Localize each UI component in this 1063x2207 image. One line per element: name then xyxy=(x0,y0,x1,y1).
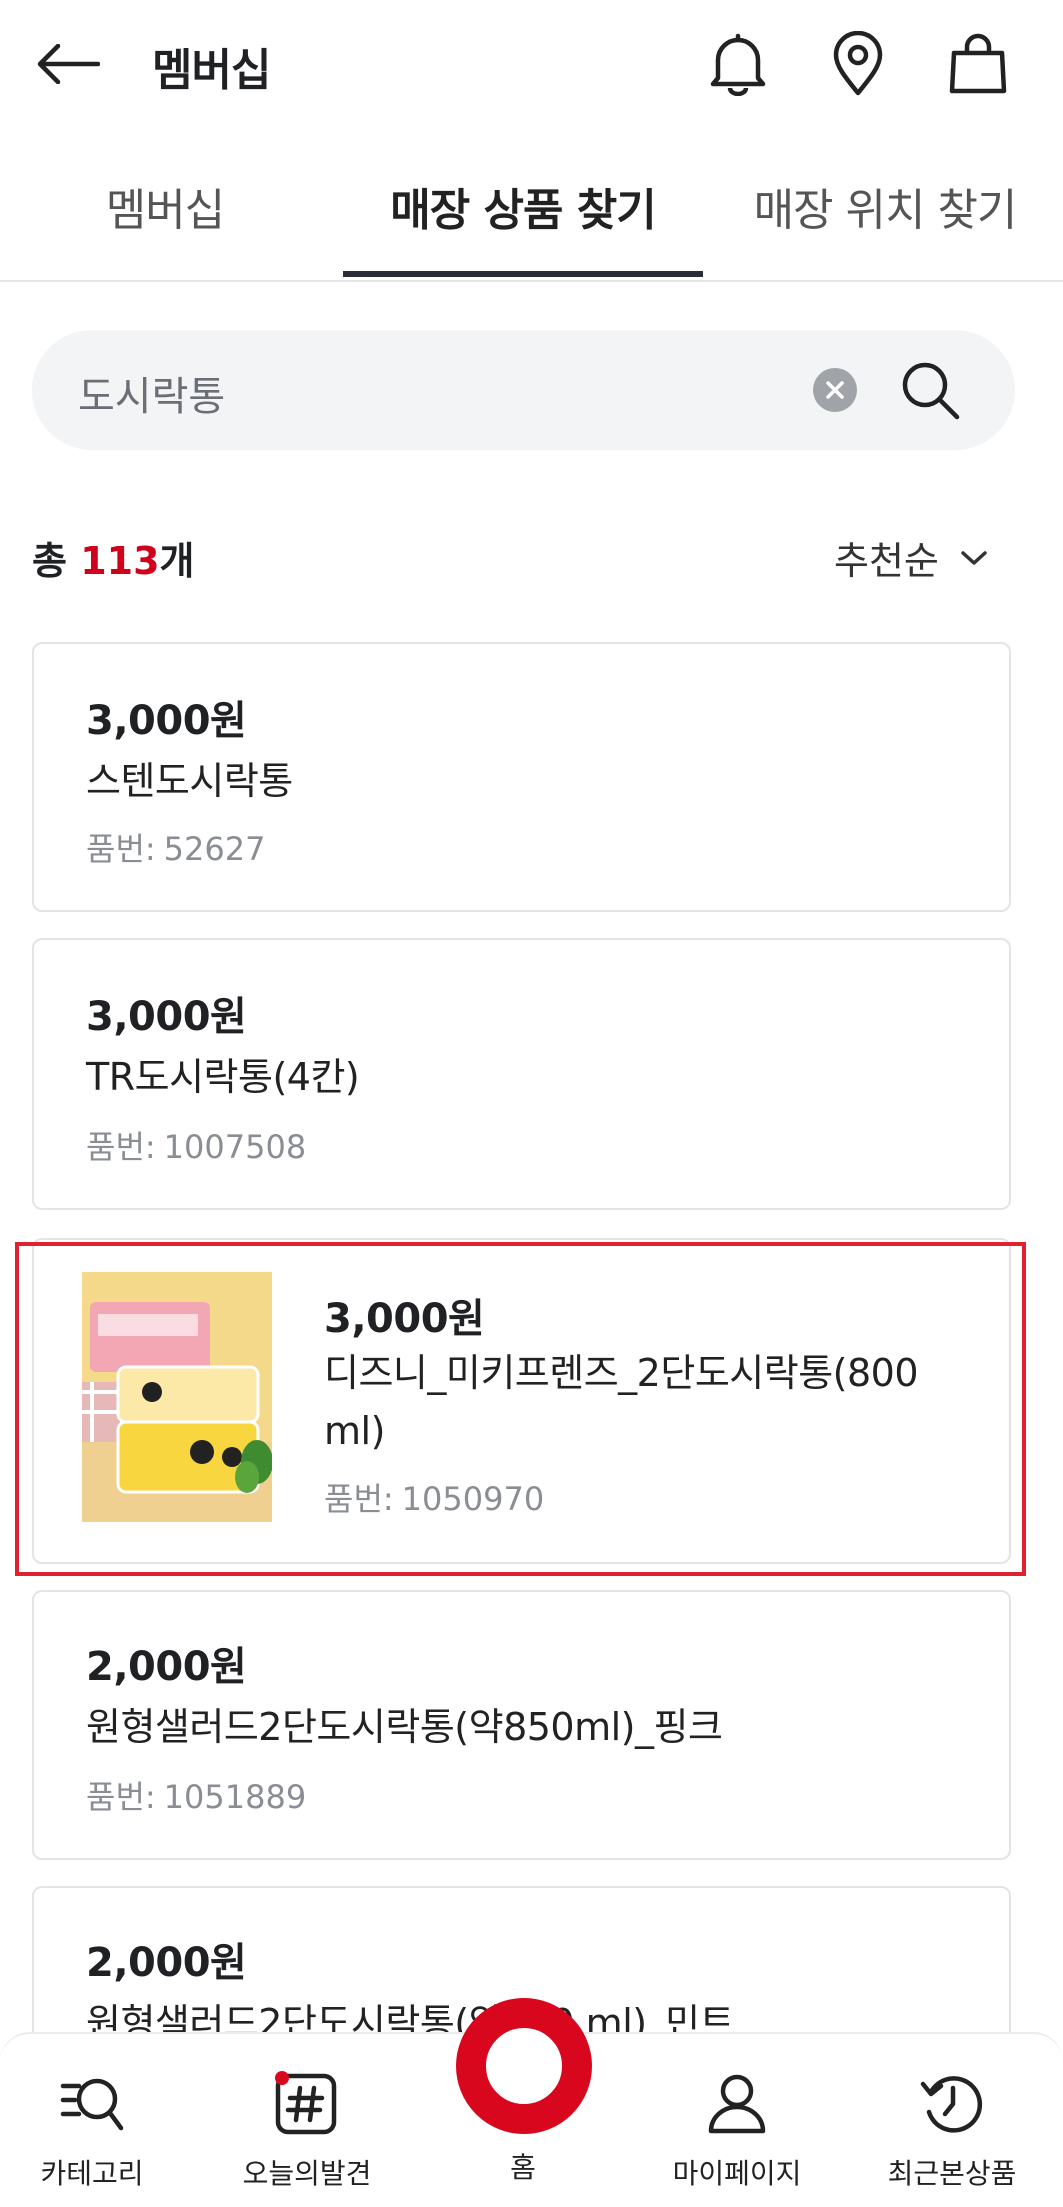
shopping-bag-icon xyxy=(949,33,1007,94)
arrow-left-icon xyxy=(37,44,100,84)
product-price: 3,000원 xyxy=(86,698,247,744)
search-bar: 도시락통 xyxy=(32,330,1015,450)
nav-mypage[interactable]: 마이페이지 xyxy=(637,2068,837,2192)
nav-category[interactable]: 카테고리 xyxy=(0,2068,192,2192)
product-card[interactable]: 2,000원 원형샐러드2단도시락통(약850ml)_핑크 품번: 1051889 xyxy=(32,1590,1011,1860)
hashtag-icon xyxy=(275,2071,337,2135)
count-suffix: 개 xyxy=(159,539,195,583)
product-card[interactable]: 3,000원 스텐도시락통 품번: 52627 xyxy=(32,642,1011,912)
product-code-value: 1007508 xyxy=(163,1128,307,1166)
page-title: 멤버십 xyxy=(152,45,271,96)
search-icon xyxy=(902,362,960,420)
nav-recently-viewed[interactable]: 최근본상품 xyxy=(852,2068,1052,2192)
nav-label: 홈 xyxy=(510,2151,536,2184)
nav-label: 마이페이지 xyxy=(672,2157,802,2190)
history-icon xyxy=(920,2076,983,2133)
location-pin-icon xyxy=(833,31,883,96)
tab-membership[interactable]: 멤버십 xyxy=(60,174,270,238)
nav-label: 카테고리 xyxy=(40,2157,144,2190)
sort-label: 추천순 xyxy=(834,539,939,583)
category-search-icon xyxy=(60,2078,124,2131)
product-price: 2,000원 xyxy=(86,1644,247,1690)
result-count: 총 113개 xyxy=(32,530,195,585)
product-name: TR도시락통(4칸) xyxy=(86,1055,360,1099)
product-code: 품번: 52627 xyxy=(86,824,265,870)
cart-button[interactable] xyxy=(940,26,1016,102)
nav-label: 최근본상품 xyxy=(887,2157,1017,2190)
count-number: 113 xyxy=(80,539,160,583)
product-price: 3,000원 xyxy=(86,994,247,1040)
product-code: 품번: 1007508 xyxy=(86,1122,306,1168)
count-prefix: 총 xyxy=(32,539,81,583)
product-price: 2,000원 xyxy=(86,1940,247,1986)
product-code: 품번: 1051889 xyxy=(86,1772,306,1818)
product-code-label: 품번: xyxy=(86,1128,156,1166)
tab-store-product-search[interactable]: 매장 상품 찾기 xyxy=(343,174,703,238)
search-button[interactable] xyxy=(894,354,966,426)
product-code-value: 1051889 xyxy=(163,1778,307,1816)
product-code-label: 품번: xyxy=(86,1778,156,1816)
header: 멤버십 xyxy=(0,0,1063,130)
nav-home[interactable]: 홈 xyxy=(423,2146,623,2186)
clear-search-button[interactable] xyxy=(813,368,857,412)
product-code-value: 52627 xyxy=(163,830,266,868)
product-code-label: 품번: xyxy=(86,830,156,868)
sort-dropdown[interactable]: 추천순 xyxy=(834,530,987,585)
clear-icon xyxy=(826,381,844,399)
product-card[interactable]: 3,000원 TR도시락통(4칸) 품번: 1007508 xyxy=(32,938,1011,1210)
home-ring-icon[interactable] xyxy=(456,1998,592,2134)
tab-store-location-search[interactable]: 매장 위치 찾기 xyxy=(740,174,1030,238)
search-input[interactable]: 도시락통 xyxy=(78,364,225,422)
tab-bar: 멤버십 매장 상품 찾기 매장 위치 찾기 xyxy=(0,150,1063,282)
person-icon xyxy=(708,2074,766,2134)
bell-icon xyxy=(710,33,766,96)
store-location-button[interactable] xyxy=(820,26,896,102)
active-tab-indicator xyxy=(343,271,703,277)
nav-label: 오늘의발견 xyxy=(242,2157,372,2190)
product-name: 스텐도시락통 xyxy=(86,759,293,803)
back-button[interactable] xyxy=(32,28,104,100)
chevron-down-icon xyxy=(961,550,987,565)
nav-today-discovery[interactable]: 오늘의발견 xyxy=(207,2068,407,2192)
highlight-box xyxy=(15,1242,1026,1576)
product-name: 원형샐러드2단도시락통(약850ml)_핑크 xyxy=(86,1705,723,1749)
notification-button[interactable] xyxy=(700,26,776,102)
